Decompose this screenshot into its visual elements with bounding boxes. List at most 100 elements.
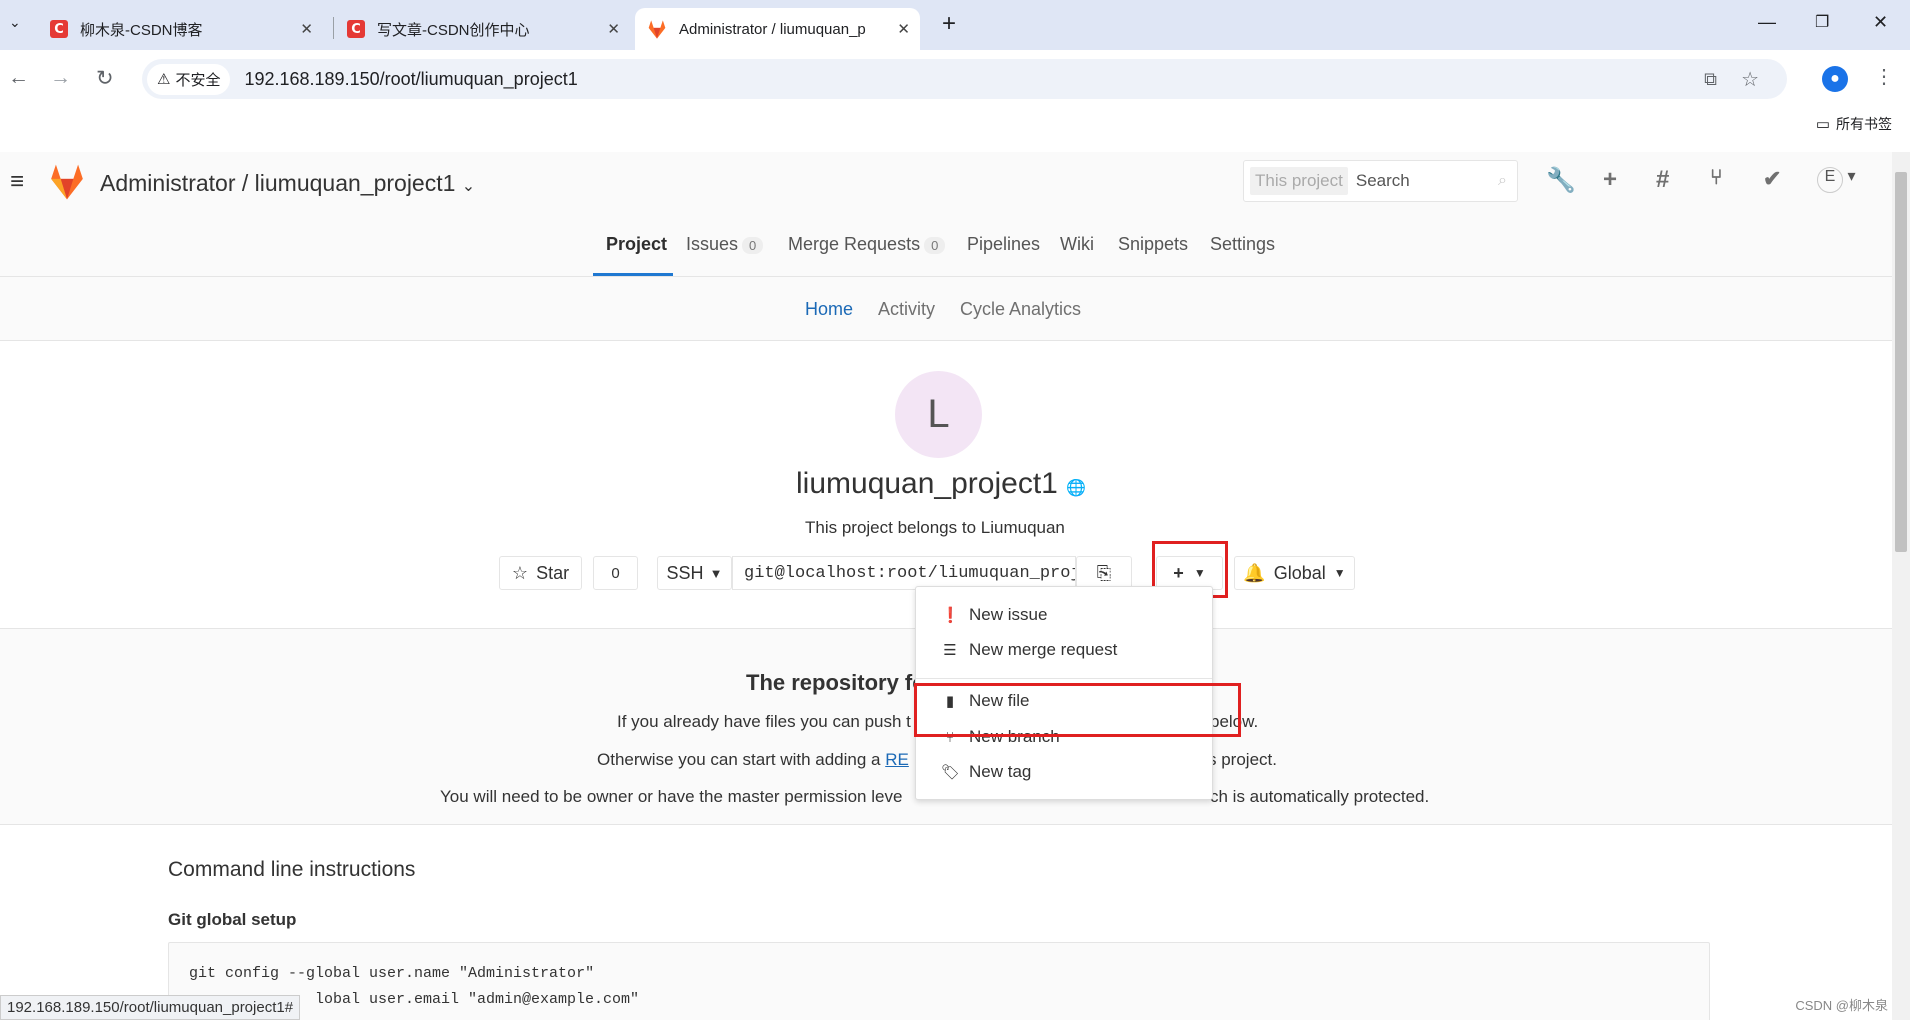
subnav-cycle-analytics[interactable]: Cycle Analytics	[960, 299, 1081, 320]
restore-icon[interactable]: ❐	[1815, 12, 1829, 32]
clipboard-icon: ⎘	[1096, 562, 1112, 583]
hamburger-menu-icon[interactable]: ≡	[10, 168, 24, 196]
tab-settings[interactable]: Settings	[1210, 234, 1275, 255]
tab-label: 写文章-CSDN创作中心	[377, 21, 530, 39]
tab-snippets[interactable]: Snippets	[1118, 234, 1188, 255]
mr-count: 0	[924, 237, 946, 254]
project-nav-tabs: Project Issues 0 Merge Requests 0 Pipeline…	[0, 212, 1892, 277]
tab-project[interactable]: Project	[606, 234, 667, 255]
project-avatar: L	[895, 371, 982, 458]
link-status-bar: 192.168.189.150/root/liumuquan_project1#	[0, 995, 301, 1020]
admin-wrench-icon[interactable]: 🔧	[1546, 166, 1576, 195]
tab-pipelines[interactable]: Pipelines	[967, 234, 1040, 255]
search-scope[interactable]: This project	[1250, 167, 1348, 195]
bookmark-star-icon[interactable]: ☆	[1741, 67, 1759, 92]
merge-request-icon[interactable]: ⑂	[1710, 166, 1723, 190]
issues-count: 0	[742, 237, 764, 254]
empty-repo-line-2: Otherwise you can start with adding a RE	[597, 750, 909, 770]
git-global-setup-heading: Git global setup	[168, 910, 297, 929]
clone-url-input[interactable]: git@localhost:root/liumuquan_project1.gi…	[732, 556, 1076, 590]
forward-icon[interactable]: →	[50, 66, 71, 90]
breadcrumb-text: Administrator / liumuquan_project1	[100, 170, 456, 196]
readme-link[interactable]: RE	[885, 750, 909, 769]
search-field[interactable]: This project Search ⌕	[1243, 160, 1518, 202]
translate-icon[interactable]: ⧉	[1704, 69, 1717, 90]
protocol-label: SSH	[666, 562, 704, 583]
tab-csdn-editor[interactable]: C 写文章-CSDN创作中心 ✕	[335, 8, 630, 50]
tab-mr-label: Merge Requests	[788, 234, 921, 254]
menu-new-tag[interactable]: 🏷 New tag	[941, 762, 1031, 782]
protocol-select[interactable]: SSH ▼	[657, 556, 732, 590]
project-name: liumuquan_project1	[796, 467, 1058, 500]
browser-tab-bar: ⌄ C 柳木泉-CSDN博客 ✕ C 写文章-CSDN创作中心 ✕ Admini…	[0, 0, 1910, 50]
highlight-box-new-file	[914, 683, 1241, 737]
all-bookmarks[interactable]: ▭ 所有书签	[1816, 114, 1892, 134]
code-line: lobal user.email "admin@example.com"	[315, 991, 640, 1008]
gitlab-logo-icon[interactable]	[48, 164, 86, 200]
page-scrollbar[interactable]	[1892, 152, 1910, 1020]
profile-icon[interactable]: ●	[1822, 66, 1848, 92]
tab-gitlab[interactable]: Administrator / liumuquan_p ✕	[635, 8, 920, 50]
public-globe-icon: 🌐	[1066, 478, 1087, 497]
menu-kebab-icon[interactable]: ⋮	[1874, 64, 1894, 89]
warning-icon: ⚠	[157, 70, 171, 88]
subnav-activity[interactable]: Activity	[878, 299, 935, 320]
watermark: CSDN @柳木泉	[1795, 998, 1888, 1013]
star-label: Star	[536, 562, 570, 583]
close-icon[interactable]: ✕	[607, 20, 620, 38]
line1-left: If you already have files you can push t	[617, 712, 911, 731]
tab-csdn-blog[interactable]: C 柳木泉-CSDN博客 ✕	[38, 8, 323, 50]
chevron-down-icon[interactable]: ⌄	[462, 178, 475, 195]
tab-separator	[333, 17, 334, 39]
csdn-icon: C	[50, 20, 68, 38]
url-text[interactable]: 192.168.189.150/root/liumuquan_project1	[244, 69, 577, 90]
bookmarks-label: 所有书签	[1836, 116, 1892, 132]
tab-issues-label: Issues	[686, 234, 739, 254]
project-breadcrumb[interactable]: Administrator / liumuquan_project1 ⌄	[100, 170, 475, 197]
scrollbar-thumb[interactable]	[1895, 172, 1907, 552]
window-close-icon[interactable]: ✕	[1873, 12, 1888, 33]
tab-wiki[interactable]: Wiki	[1060, 234, 1094, 255]
new-tab-icon[interactable]: +	[942, 10, 956, 38]
close-icon[interactable]: ✕	[897, 20, 910, 38]
subnav-home[interactable]: Home	[805, 299, 853, 320]
gitlab-icon	[648, 19, 666, 39]
project-sub-nav: Home Activity Cycle Analytics	[0, 277, 1892, 341]
bell-icon: 🔔	[1243, 562, 1266, 583]
menu-new-issue[interactable]: ❗ New issue	[941, 605, 1047, 625]
notification-label: Global	[1273, 562, 1326, 583]
tab-merge-requests[interactable]: Merge Requests 0	[788, 234, 946, 255]
back-icon[interactable]: ←	[8, 66, 29, 90]
search-input[interactable]: Search	[1356, 171, 1410, 191]
snippets-hash-icon[interactable]: #	[1656, 166, 1669, 194]
search-icon: ⌕	[1498, 172, 1507, 189]
star-button[interactable]: ☆ Star	[499, 556, 582, 590]
security-badge[interactable]: ⚠ 不安全	[147, 63, 231, 95]
code-block: git config --global user.name "Administr…	[168, 942, 1710, 1020]
gitlab-page: ≡ Administrator / liumuquan_project1 ⌄ T…	[0, 152, 1892, 1020]
folder-icon: ▭	[1815, 116, 1830, 133]
reload-icon[interactable]: ↻	[96, 66, 114, 91]
omnibox[interactable]: ⚠ 不安全 192.168.189.150/root/liumuquan_pro…	[142, 59, 1787, 99]
new-plus-icon[interactable]: +	[1603, 166, 1617, 194]
minimize-icon[interactable]: —	[1758, 12, 1776, 33]
empty-repo-line-3-end: ch is automatically protected.	[1210, 787, 1430, 806]
code-line: git config --global user.name "Administr…	[189, 965, 595, 982]
close-icon[interactable]: ✕	[300, 20, 313, 38]
project-owner-text: This project belongs to Liumuquan	[805, 518, 1065, 537]
caret-down-icon: ▾	[1847, 168, 1856, 185]
notification-button[interactable]: 🔔 Global ▼	[1234, 556, 1355, 590]
caret-down-icon: ▼	[709, 565, 723, 581]
tab-label: 柳木泉-CSDN博客	[80, 21, 203, 39]
todo-check-icon[interactable]: ✔	[1763, 166, 1781, 192]
menu-divider	[916, 678, 1212, 679]
caret-down-icon: ▼	[1333, 566, 1346, 580]
menu-item-label: New tag	[969, 762, 1032, 781]
menu-new-merge-request[interactable]: ☰ New merge request	[941, 640, 1117, 660]
tab-issues[interactable]: Issues 0	[686, 234, 764, 255]
tab-search-chevron-icon[interactable]: ⌄	[9, 14, 21, 31]
copy-url-button[interactable]: ⎘	[1076, 556, 1132, 590]
line2-left: Otherwise you can start with adding a	[597, 750, 881, 769]
user-avatar-dropdown[interactable]: E ▾	[1817, 166, 1855, 193]
gitlab-header: ≡ Administrator / liumuquan_project1 ⌄ T…	[0, 152, 1892, 212]
